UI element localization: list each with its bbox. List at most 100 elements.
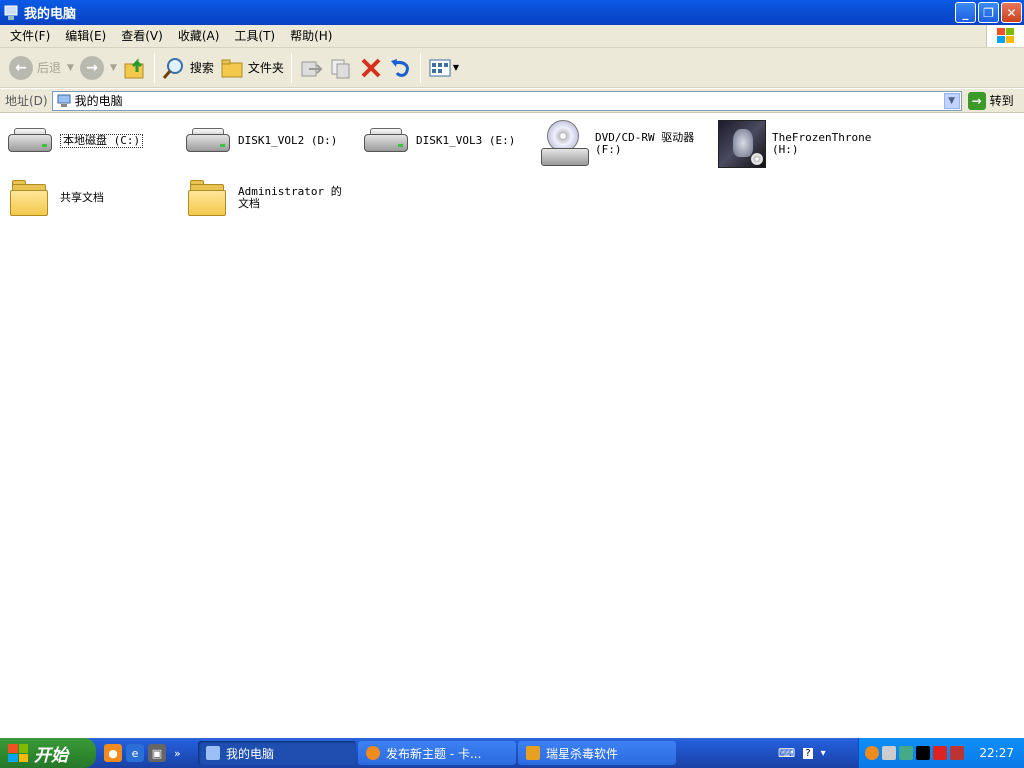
drive-h[interactable]: TheFrozenThrone (H:) [718, 120, 872, 168]
close-button[interactable]: ✕ [1001, 2, 1022, 23]
file-view[interactable]: 本地磁盘 (C:) DISK1_VOL2 (D:) DISK1_VOL3 (E:… [0, 114, 1024, 738]
views-icon [429, 59, 451, 76]
language-bar-options-icon[interactable]: ▾ [821, 748, 826, 759]
copy-to-icon [331, 59, 350, 78]
title-bar[interactable]: 我的电脑 _ ❐ ✕ [0, 0, 1024, 25]
menu-tools[interactable]: 工具(T) [228, 27, 281, 46]
folders-label: 文件夹 [247, 61, 284, 75]
internet-explorer-icon[interactable]: e [126, 744, 144, 762]
hard-drive-icon [362, 126, 410, 156]
firefox-tray-icon[interactable] [865, 746, 879, 760]
show-desktop-icon[interactable]: ▣ [148, 744, 166, 762]
folders-button[interactable]: 文件夹 [217, 51, 287, 85]
search-icon [162, 57, 183, 79]
language-bar: ⌨ ? ▾ [778, 746, 848, 760]
hard-drive-icon [6, 126, 54, 156]
search-label: 搜索 [189, 61, 214, 75]
task-label: 我的电脑 [226, 746, 275, 761]
terminal-tray-icon[interactable] [916, 746, 930, 760]
go-button[interactable]: → 转到 [967, 91, 1014, 110]
search-button[interactable]: 搜索 [159, 51, 217, 85]
copy-to-button[interactable] [326, 51, 356, 85]
drive-c[interactable]: 本地磁盘 (C:) [6, 126, 144, 156]
start-button[interactable]: 开始 [0, 738, 96, 768]
address-value: 我的电脑 [74, 94, 123, 108]
minimize-icon: _ [962, 5, 969, 20]
firefox-icon [366, 746, 380, 760]
task-browser[interactable]: 发布新主题 - 卡... [358, 741, 516, 765]
back-button[interactable]: ← 后退 ▼ [6, 51, 77, 85]
menu-favorites[interactable]: 收藏(A) [172, 27, 226, 46]
admin-documents-label: Administrator 的文档 [238, 185, 342, 210]
drive-e[interactable]: DISK1_VOL3 (E:) [362, 126, 515, 156]
my-computer-icon [206, 746, 220, 760]
folders-icon [221, 59, 243, 77]
move-to-button[interactable] [296, 51, 326, 85]
antivirus-tray-icon[interactable] [950, 746, 964, 760]
volume-icon[interactable] [882, 746, 896, 760]
firefox-icon[interactable]: ● [104, 744, 122, 762]
drive-d[interactable]: DISK1_VOL2 (D:) [184, 126, 337, 156]
menu-bar: 文件(F) 编辑(E) 查看(V) 收藏(A) 工具(T) 帮助(H) [0, 25, 1024, 48]
help-icon[interactable]: ? [803, 747, 813, 759]
forward-dropdown-icon[interactable]: ▼ [110, 63, 117, 73]
cd-drive-icon [541, 120, 589, 168]
menu-file[interactable]: 文件(F) [4, 27, 56, 46]
clock[interactable]: 22:27 [979, 746, 1014, 760]
drive-e-label: DISK1_VOL3 (E:) [416, 134, 516, 147]
undo-button[interactable] [386, 51, 416, 85]
views-button[interactable]: ▼ [425, 51, 462, 85]
views-dropdown-icon: ▼ [452, 63, 460, 72]
drive-c-label: 本地磁盘 (C:) [60, 134, 144, 148]
address-bar: 地址(D) 我的电脑 ▼ → 转到 [0, 89, 1024, 113]
admin-documents-folder[interactable]: Administrator 的文档 [188, 180, 350, 216]
close-icon: ✕ [1006, 5, 1017, 20]
back-dropdown-icon[interactable]: ▼ [67, 63, 74, 73]
forward-arrow-icon: → [79, 55, 104, 80]
window-title: 我的电脑 [24, 7, 77, 22]
my-computer-icon [4, 5, 18, 21]
my-computer-icon [57, 94, 71, 107]
minimize-button[interactable]: _ [955, 2, 976, 23]
drive-d-label: DISK1_VOL2 (D:) [238, 134, 338, 147]
hard-drive-icon [184, 126, 232, 156]
menu-help[interactable]: 帮助(H) [284, 27, 338, 46]
standard-toolbar: ← 后退 ▼ → ▼ 搜索 文件夹 ▼ [0, 48, 1024, 88]
menu-edit[interactable]: 编辑(E) [59, 27, 112, 46]
taskbar: 开始 ● e ▣ » 我的电脑 发布新主题 - 卡... 瑞星杀毒软件 ⌨ ? … [0, 738, 1024, 768]
quick-launch-more-icon[interactable]: » [174, 747, 181, 760]
windows-logo-icon [986, 25, 1024, 47]
shared-documents-label: 共享文档 [60, 191, 104, 204]
system-tray: 22:27 [858, 738, 1024, 768]
folder-up-icon [124, 57, 144, 78]
back-arrow-icon: ← [9, 55, 33, 80]
drive-f-label: DVD/CD-RW 驱动器 (F:) [595, 131, 695, 156]
task-antivirus[interactable]: 瑞星杀毒软件 [518, 741, 676, 765]
keyboard-icon[interactable]: ⌨ [778, 746, 795, 760]
drive-h-label: TheFrozenThrone (H:) [772, 131, 872, 156]
up-button[interactable] [120, 51, 150, 85]
restore-button[interactable]: ❐ [978, 2, 999, 23]
delete-icon [361, 58, 381, 77]
menu-view[interactable]: 查看(V) [115, 27, 169, 46]
drive-f[interactable]: DVD/CD-RW 驱动器 (F:) [541, 120, 705, 168]
toolbar-separator [290, 52, 292, 83]
task-label: 瑞星杀毒软件 [546, 746, 619, 761]
toolbar-separator [419, 52, 421, 83]
delete-button[interactable] [356, 51, 386, 85]
address-dropdown-button[interactable]: ▼ [943, 92, 960, 109]
folder-icon [10, 180, 50, 216]
forward-button[interactable]: → ▼ [77, 51, 120, 85]
rising-antivirus-icon [526, 746, 540, 760]
address-label: 地址(D) [5, 94, 48, 108]
shared-documents-folder[interactable]: 共享文档 [10, 180, 104, 216]
quick-launch: ● e ▣ » [96, 744, 198, 762]
folder-icon [188, 180, 228, 216]
ati-icon[interactable] [933, 746, 947, 760]
address-input[interactable]: 我的电脑 ▼ [51, 90, 962, 111]
network-icon[interactable] [899, 746, 913, 760]
move-to-icon [301, 61, 323, 76]
frozen-throne-disc-icon [718, 120, 766, 168]
go-arrow-icon: → [967, 91, 986, 110]
task-my-computer[interactable]: 我的电脑 [198, 741, 356, 765]
